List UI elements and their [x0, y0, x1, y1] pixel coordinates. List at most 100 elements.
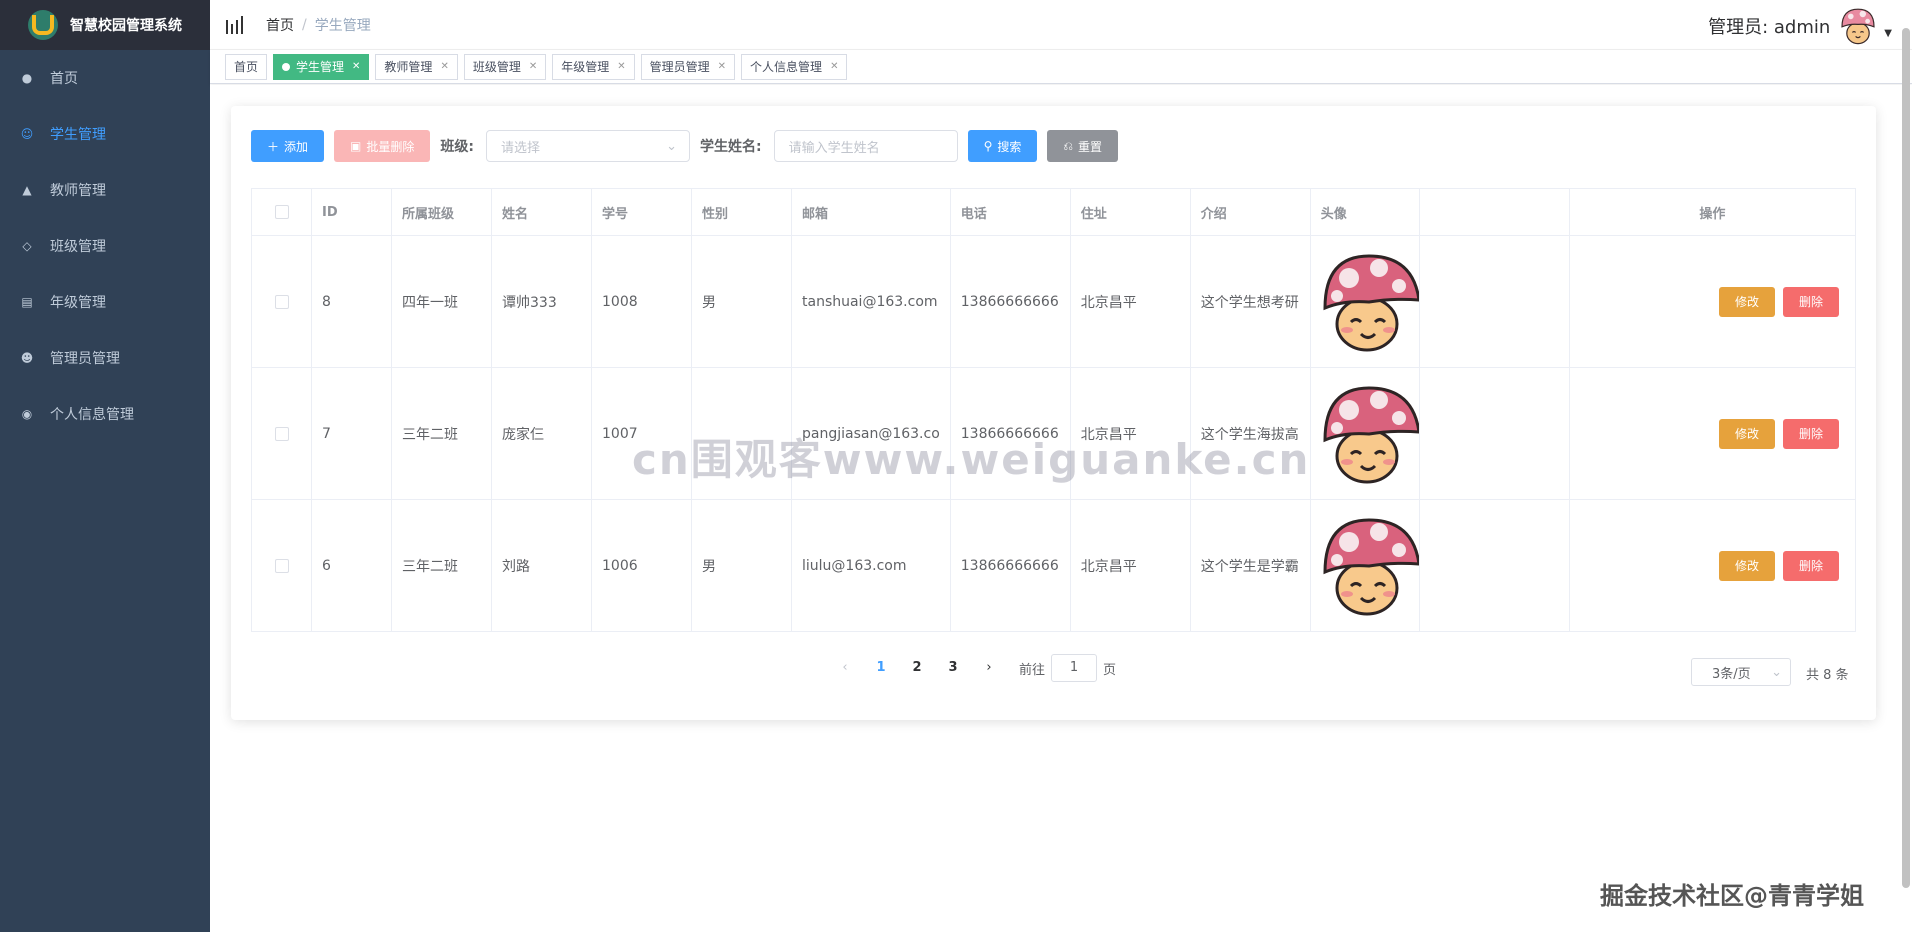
tag-label: 班级管理: [472, 59, 521, 74]
page-size-select[interactable]: 3条/页 ⌄: [1691, 658, 1791, 686]
header-name: 姓名: [491, 188, 592, 236]
close-icon[interactable]: ✕: [830, 55, 838, 79]
select-all-checkbox[interactable]: [274, 205, 289, 219]
user-label: 管理员: admin: [1708, 17, 1831, 38]
close-icon[interactable]: ✕: [617, 55, 625, 79]
search-button-label: 搜索: [997, 139, 1022, 154]
batch-delete-button[interactable]: ▣ 批量删除: [334, 130, 431, 162]
sidebar-item-label: 年级管理: [50, 295, 106, 311]
sidebar-item-home[interactable]: ● 首页: [0, 50, 210, 106]
student-photo[interactable]: [1319, 382, 1419, 486]
header-email: 邮箱: [791, 188, 951, 236]
delete-button[interactable]: 删除: [1783, 286, 1839, 317]
cell-avatar: [1309, 499, 1420, 632]
close-icon[interactable]: ✕: [352, 55, 360, 79]
scrollbar[interactable]: [1902, 28, 1910, 888]
hamburger-icon[interactable]: [226, 15, 248, 34]
row-checkbox[interactable]: [274, 294, 289, 309]
sidebar-item-teachers[interactable]: ▲ 教师管理: [0, 162, 210, 218]
cell-spacer: [1418, 367, 1570, 500]
chevron-down-icon[interactable]: ▼: [1884, 28, 1892, 39]
cell-spacer: [1418, 499, 1570, 632]
sidebar-item-students[interactable]: ☺ 学生管理: [0, 106, 210, 162]
cell-actions: 修改 删除: [1568, 235, 1857, 368]
add-button-label: 添加: [284, 139, 309, 154]
page-size-value: 3条/页: [1712, 666, 1751, 682]
tag-profile[interactable]: 个人信息管理 ✕: [741, 53, 848, 80]
close-icon[interactable]: ✕: [440, 55, 448, 79]
student-photo[interactable]: [1319, 250, 1419, 354]
user-menu[interactable]: 管理员: admin ▼: [1708, 6, 1892, 46]
calendar-icon: ▤: [21, 295, 33, 309]
profile-icon: ◉: [21, 407, 33, 421]
edit-button[interactable]: 修改: [1719, 418, 1775, 449]
sidebar-item-label: 班级管理: [50, 239, 106, 255]
breadcrumb-home[interactable]: 首页: [266, 15, 294, 35]
search-button[interactable]: ⚲ 搜索: [967, 130, 1038, 162]
sidebar-item-label: 个人信息管理: [50, 407, 134, 423]
cell-name: 庞家仨: [491, 367, 592, 500]
edit-button[interactable]: 修改: [1719, 550, 1775, 581]
sidebar-item-admins[interactable]: ☻ 管理员管理: [0, 330, 210, 386]
prev-page-icon[interactable]: ‹: [827, 654, 863, 682]
reset-button-label: 重置: [1078, 139, 1103, 154]
people-icon: ▲: [22, 183, 32, 197]
sidebar-item-label: 首页: [50, 71, 78, 87]
sidebar-item-grades[interactable]: ▤ 年级管理: [0, 274, 210, 330]
sidebar-item-classes[interactable]: ◇ 班级管理: [0, 218, 210, 274]
tag-classes[interactable]: 班级管理 ✕: [463, 53, 547, 80]
sidebar-item-profile[interactable]: ◉ 个人信息管理: [0, 386, 210, 442]
cell-address: 北京昌平: [1069, 235, 1191, 368]
cell-email: tanshuai@163.com: [791, 235, 951, 368]
header-phone: 电话: [949, 188, 1071, 236]
delete-button[interactable]: 删除: [1783, 550, 1839, 581]
cell-number: 1006: [591, 499, 692, 632]
sidebar-item-label: 管理员管理: [50, 351, 120, 367]
top-navbar: 首页 / 学生管理 管理员: admin ▼: [210, 0, 1912, 50]
tag-admins[interactable]: 管理员管理 ✕: [640, 53, 736, 80]
row-checkbox[interactable]: [274, 426, 289, 441]
tag-grades[interactable]: 年级管理 ✕: [552, 53, 635, 80]
header-intro: 介绍: [1189, 188, 1311, 236]
tags-bar: 首页 学生管理 ✕ 教师管理 ✕ 班级管理 ✕ 年级管理 ✕ 管理员管理 ✕ 个…: [210, 50, 1912, 84]
page-number[interactable]: 2: [899, 654, 935, 682]
avatar[interactable]: [1838, 6, 1878, 46]
page-number[interactable]: 1: [863, 654, 899, 682]
next-page-icon[interactable]: ›: [971, 654, 1007, 682]
row-checkbox[interactable]: [274, 558, 289, 573]
cell-name: 刘路: [491, 499, 592, 632]
tag-label: 管理员管理: [649, 59, 710, 74]
table-row: 8 四年一班 谭帅333 1008 男 tanshuai@163.com 138…: [251, 235, 1857, 368]
select-all-cell: [251, 188, 312, 236]
student-photo[interactable]: [1319, 514, 1419, 618]
pagination: ‹ 1 2 3 › 前往 1 页 3条/页 ⌄ 共 8 条: [231, 654, 1876, 686]
reset-button[interactable]: ⎌ 重置: [1047, 130, 1119, 162]
cell-actions: 修改 删除: [1568, 367, 1857, 500]
batch-delete-label: 批量删除: [366, 139, 415, 154]
close-icon[interactable]: ✕: [529, 55, 537, 79]
student-table: ID 所属班级 姓名 学号 性别 邮箱 电话 住址 介绍 头像 操作 8 四年一…: [251, 188, 1857, 632]
close-icon[interactable]: ✕: [718, 55, 726, 79]
cell-id: 8: [311, 235, 392, 368]
logo-area[interactable]: 智慧校园管理系统: [0, 0, 210, 50]
edit-button[interactable]: 修改: [1719, 286, 1775, 317]
tag-home[interactable]: 首页: [225, 53, 268, 80]
cell-avatar: [1309, 367, 1420, 500]
student-name-input[interactable]: 请输入学生姓名: [773, 130, 958, 162]
user-icon: ☺: [20, 127, 34, 141]
class-select-placeholder: 请选择: [501, 140, 541, 156]
delete-button[interactable]: 删除: [1783, 418, 1839, 449]
add-button[interactable]: ＋ 添加: [251, 130, 325, 162]
sidebar-menu: ● 首页 ☺ 学生管理 ▲ 教师管理 ◇ 班级管理 ▤ 年级管理 ☻ 管理员管理…: [0, 50, 210, 442]
cell-id: 6: [311, 499, 392, 632]
cell-name: 谭帅333: [491, 235, 592, 368]
table-header-row: ID 所属班级 姓名 学号 性别 邮箱 电话 住址 介绍 头像 操作: [251, 188, 1857, 236]
class-select[interactable]: 请选择 ⌄: [486, 130, 690, 162]
goto-page-input[interactable]: 1: [1051, 654, 1098, 682]
tag-teachers[interactable]: 教师管理 ✕: [375, 53, 458, 80]
admin-icon: ☻: [20, 351, 34, 365]
total-count: 共 8 条: [1806, 668, 1849, 683]
corner-watermark: 掘金技术社区@青青学姐: [1600, 882, 1864, 910]
page-number[interactable]: 3: [935, 654, 971, 682]
tag-students[interactable]: 学生管理 ✕: [273, 53, 370, 80]
